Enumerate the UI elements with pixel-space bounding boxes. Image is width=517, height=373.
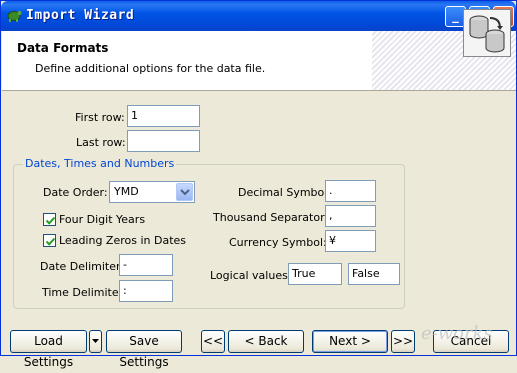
- last-page-button[interactable]: >>: [391, 330, 415, 353]
- dropdown-button[interactable]: [176, 183, 193, 201]
- database-convert-icon: [463, 9, 511, 57]
- import-wizard-window: Import Wizard _ □ ✕ Data Formats Define …: [0, 0, 517, 369]
- date-delimiter-label: Date Delimiter:: [40, 260, 125, 273]
- first-page-button[interactable]: <<: [201, 330, 225, 353]
- leading-zeros-label[interactable]: Leading Zeros in Dates: [59, 234, 186, 247]
- currency-symbol-label: Currency Symbol:: [229, 236, 327, 249]
- currency-symbol-input[interactable]: ¥: [325, 230, 376, 252]
- logical-false-input[interactable]: False: [348, 263, 400, 285]
- page-subtitle: Define additional options for the data f…: [35, 62, 266, 75]
- four-digit-years-checkbox[interactable]: [43, 213, 56, 226]
- window-title: Import Wizard: [26, 8, 135, 23]
- date-order-select[interactable]: YMD: [109, 181, 195, 203]
- checkmark-icon: [45, 237, 56, 246]
- checkmark-icon: [45, 216, 56, 225]
- caret-down-icon: [92, 339, 99, 343]
- group-title: Dates, Times and Numbers: [23, 157, 177, 170]
- decimal-symbol-input[interactable]: .: [325, 180, 376, 202]
- date-delimiter-input[interactable]: -: [119, 254, 173, 276]
- turtle-icon: [6, 7, 22, 23]
- logical-values-label: Logical values:: [210, 269, 292, 282]
- time-delimiter-input[interactable]: :: [119, 280, 173, 302]
- back-button[interactable]: < Back: [228, 330, 304, 353]
- next-button[interactable]: Next >: [312, 330, 388, 353]
- load-settings-dropdown-button[interactable]: [89, 330, 102, 353]
- first-row-label: First row:: [75, 111, 125, 124]
- watermark-logo: e-works: [421, 323, 493, 344]
- four-digit-years-label[interactable]: Four Digit Years: [59, 213, 145, 226]
- title-bar[interactable]: Import Wizard _ □ ✕: [1, 1, 516, 31]
- date-order-label: Date Order:: [43, 186, 108, 199]
- decimal-symbol-label: Decimal Symbol:: [238, 186, 332, 199]
- wizard-header: Data Formats Define additional options f…: [2, 31, 516, 91]
- first-row-input[interactable]: 1: [127, 105, 200, 127]
- leading-zeros-checkbox[interactable]: [43, 234, 56, 247]
- thousand-separator-input[interactable]: ,: [325, 205, 376, 227]
- logical-true-input[interactable]: True: [288, 263, 342, 285]
- thousand-separator-label: Thousand Separator:: [213, 211, 329, 224]
- date-order-value: YMD: [114, 185, 139, 198]
- last-row-label: Last row:: [76, 136, 126, 149]
- page-title: Data Formats: [17, 41, 109, 55]
- last-row-input[interactable]: [127, 130, 200, 152]
- chevron-down-icon: [180, 189, 190, 196]
- load-settings-button[interactable]: Load Settings: [10, 330, 87, 369]
- time-delimiter-label: Time Delimiter:: [42, 286, 127, 299]
- save-settings-button[interactable]: Save Settings: [106, 330, 182, 369]
